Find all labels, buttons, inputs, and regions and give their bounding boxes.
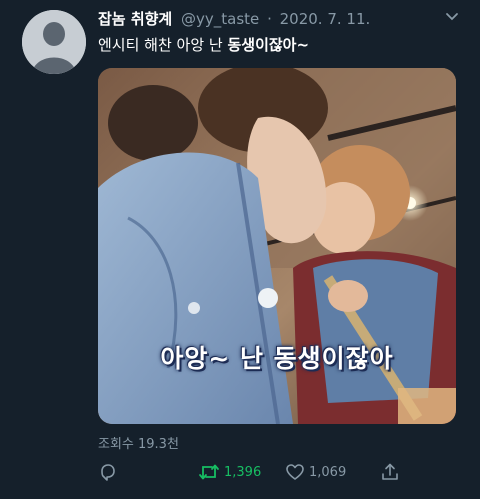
reply-button[interactable] (98, 462, 118, 482)
view-count: 조회수 19.3천 (98, 437, 179, 452)
tweet-date[interactable]: 2020. 7. 11. (280, 10, 371, 28)
separator-dot: · (267, 10, 272, 28)
retweet-icon (199, 464, 219, 480)
tweet-text: 엔시티 해찬 아앙 난 동생이잖아~ (98, 35, 309, 55)
like-button[interactable]: 1,069 (285, 462, 346, 482)
tweet-text-bold: 동생이잖아~ (227, 36, 310, 54)
reply-icon (101, 464, 115, 481)
tweet-header: 잡놈 취향계 @yy_taste · 2020. 7. 11. (98, 9, 440, 29)
retweet-button[interactable]: 1,396 (198, 462, 261, 482)
default-avatar-icon (22, 10, 86, 74)
tweet-actions: 1,396 1,069 (98, 462, 470, 484)
display-name[interactable]: 잡놈 취향계 (98, 10, 172, 28)
retweet-count: 1,396 (224, 464, 262, 480)
share-button[interactable] (380, 462, 400, 482)
avatar[interactable] (22, 10, 86, 74)
tweet-media-image[interactable]: 아앙~ 난 동생이잖아 (98, 68, 456, 424)
media-caption: 아앙~ 난 동생이잖아 (160, 344, 394, 373)
share-icon (382, 463, 398, 480)
user-handle[interactable]: @yy_taste (181, 10, 259, 28)
like-count: 1,069 (309, 464, 347, 480)
chevron-down-icon[interactable] (444, 8, 460, 28)
tweet-text-normal: 엔시티 해찬 아앙 난 (98, 36, 228, 54)
heart-icon (286, 464, 304, 480)
